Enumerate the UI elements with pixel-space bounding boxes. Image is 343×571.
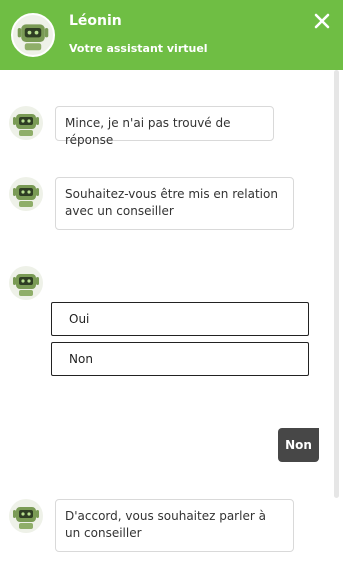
robot-icon	[13, 274, 39, 296]
option-button-non[interactable]: Non	[51, 342, 309, 376]
robot-icon	[13, 507, 39, 529]
bot-subtitle: Votre assistant virtuel	[69, 42, 208, 55]
bot-avatar	[9, 106, 43, 140]
bot-message: Mince, je n'ai pas trouvé de réponse	[55, 106, 274, 147]
bot-avatar	[11, 13, 55, 57]
bot-avatar	[9, 266, 43, 300]
user-message: Non	[278, 428, 319, 462]
bot-avatar	[9, 177, 43, 211]
bot-message: Souhaitez-vous être mis en relation avec…	[55, 177, 294, 230]
bot-name: Léonin	[69, 13, 122, 29]
close-button[interactable]	[309, 8, 335, 34]
close-icon	[314, 13, 330, 29]
robot-icon	[17, 24, 49, 51]
chat-scrollbar[interactable]	[334, 70, 339, 498]
option-button-oui[interactable]: Oui	[51, 302, 309, 336]
bot-avatar	[9, 499, 43, 533]
bot-message: D'accord, vous souhaitez parler à un con…	[55, 499, 294, 552]
chat-header: Léonin Votre assistant virtuel	[0, 0, 343, 70]
robot-icon	[13, 185, 39, 207]
robot-icon	[13, 114, 39, 136]
